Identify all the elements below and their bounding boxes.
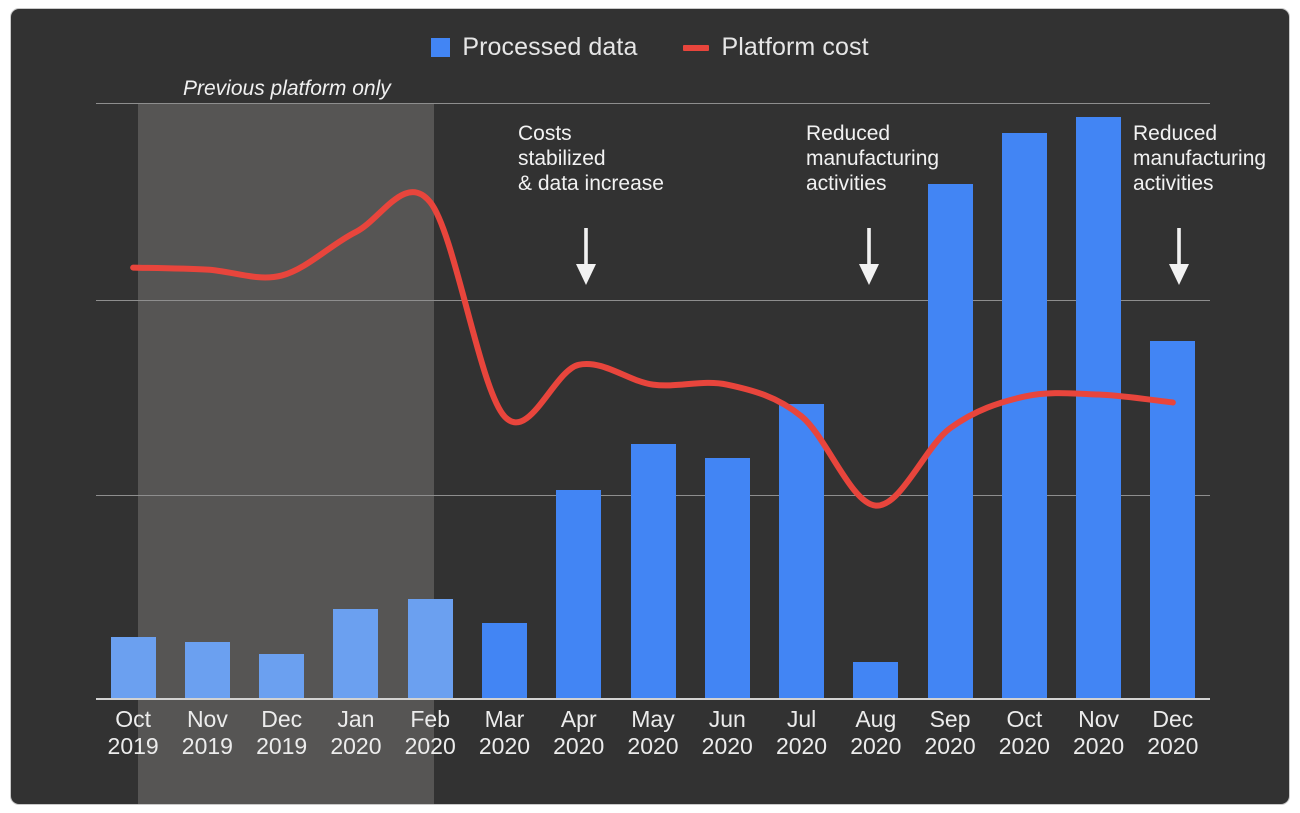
bar [1076, 116, 1122, 698]
down-arrow-icon [859, 228, 879, 285]
annotation-text: Reduced manufacturing activities [806, 122, 940, 195]
x-axis-label-month: Nov [186, 706, 228, 732]
bar [333, 608, 379, 698]
legend-label: Platform cost [721, 33, 869, 61]
bar [927, 184, 973, 698]
plot-area: Previous platform only Oct 2019 Nov 2019 Dec… [11, 9, 1289, 804]
shaded-region-note: Previous platform only [183, 77, 391, 100]
bar [630, 444, 676, 698]
x-axis-label-month: Oct [115, 706, 152, 732]
x-axis-label: Dec 2020 [1125, 706, 1221, 760]
x-axis-label-month: Feb [410, 706, 450, 732]
x-axis-label-month: Jan [337, 706, 375, 732]
bar [184, 642, 230, 698]
bar [407, 598, 453, 698]
bar [556, 489, 602, 698]
annotation-text: Costs stabilized & data increase [518, 122, 664, 195]
x-axis-label-month: Jun [708, 706, 746, 732]
bar [704, 458, 750, 698]
screenshot-frame: Previous platform only Oct 2019 Nov 2019 Dec… [0, 0, 1300, 813]
x-axis-label-month: Jul [786, 706, 817, 732]
x-axis-label-month: Sep [929, 706, 971, 732]
legend-label: Processed data [462, 33, 638, 61]
x-axis-label-month: Nov [1078, 706, 1120, 732]
bar [110, 636, 156, 698]
x-axis-label-month: Mar [484, 706, 525, 732]
x-axis-baseline [96, 698, 1210, 700]
x-axis-label-month: Dec [261, 706, 303, 732]
chart-card: Previous platform only Oct 2019 Nov 2019 Dec… [11, 9, 1289, 804]
x-axis-label-month: May [631, 706, 675, 732]
chart-legend: Processed data Platform cost [11, 35, 1289, 60]
x-axis-label-month: Apr [560, 706, 597, 732]
x-axis-label-month: Dec [1152, 706, 1194, 732]
x-axis-label-month: Aug [855, 706, 897, 732]
bar [481, 622, 527, 698]
bar-swatch-icon [431, 38, 451, 57]
x-axis-label-year: 2020 [1147, 733, 1199, 759]
bar [1150, 341, 1196, 698]
down-arrow-icon [1169, 228, 1189, 285]
x-axis-label-month: Oct [1006, 706, 1043, 732]
bar [259, 654, 305, 698]
bar [853, 662, 899, 698]
gridline [96, 103, 1210, 104]
down-arrow-icon [576, 228, 596, 285]
bar [779, 404, 825, 698]
annotation-text: Reduced manufacturing activities [1133, 122, 1267, 195]
line-swatch-icon [683, 44, 710, 51]
legend-item-platform-cost: Platform cost [683, 33, 869, 61]
bar [1001, 132, 1047, 698]
legend-item-processed-data: Processed data [431, 35, 637, 60]
